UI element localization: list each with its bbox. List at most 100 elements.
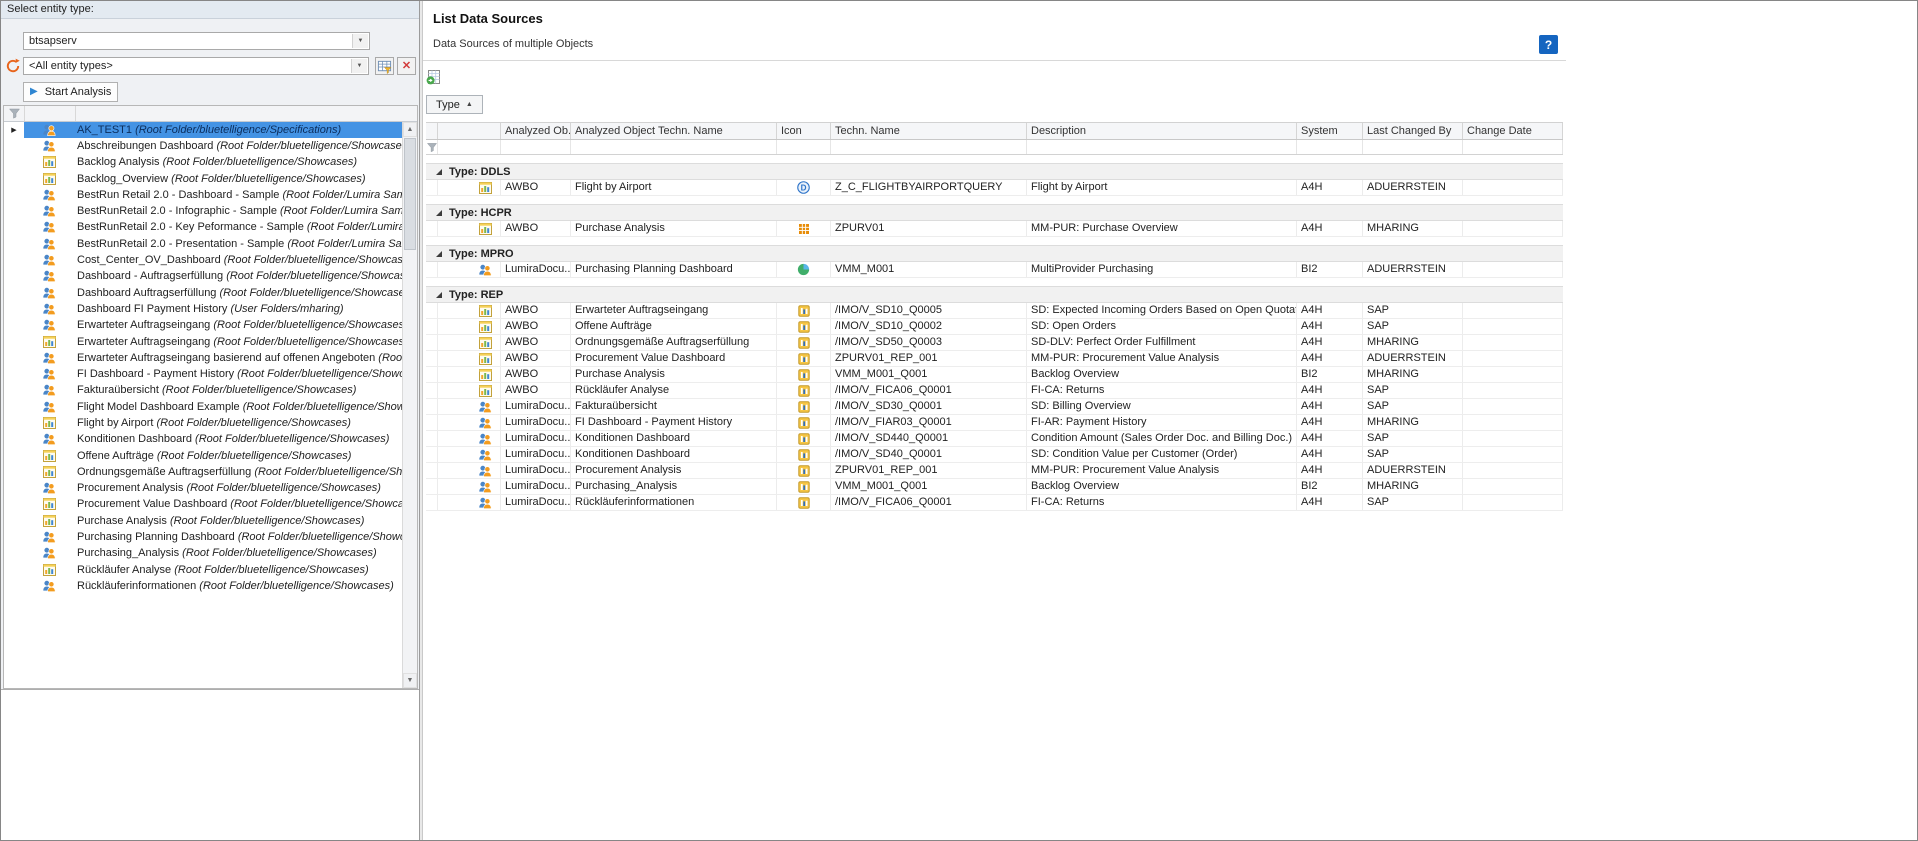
list-item-label: Erwarteter Auftragseingang (Root Folder/… [74,336,402,348]
filter-cell[interactable] [831,140,1027,154]
filter-icon[interactable] [426,140,438,154]
filter-icon[interactable] [4,106,25,121]
column-header[interactable]: Last Changed By [1363,123,1463,139]
filter-cell[interactable] [501,140,571,154]
list-item[interactable]: Purchasing Planning Dashboard (Root Fold… [4,529,402,545]
start-analysis-button[interactable]: ▶ Start Analysis [23,82,118,102]
list-item[interactable]: BestRun Retail 2.0 - Dashboard - Sample … [4,187,402,203]
analyzed-object-cell: AWBO [501,221,571,236]
column-header[interactable]: Icon [777,123,831,139]
list-item[interactable]: Rückläuferinformationen (Root Folder/blu… [4,578,402,594]
people-icon [478,481,492,493]
list-item[interactable]: Dashboard FI Payment History (User Folde… [4,301,402,317]
table-row[interactable]: LumiraDocu...Purchasing Planning Dashboa… [426,262,1563,278]
table-row[interactable]: AWBOPurchase AnalysisZPURV01MM-PUR: Purc… [426,221,1563,237]
group-row[interactable]: Type: HCPR [426,204,1563,221]
table-row[interactable]: AWBOFlight by AirportDZ_C_FLIGHTBYAIRPOR… [426,180,1563,196]
toolbar [426,68,1917,86]
filter-cell[interactable] [1463,140,1563,154]
filter-cell[interactable] [1297,140,1363,154]
chevron-down-icon[interactable]: ▼ [352,34,368,48]
list-item[interactable]: Flight Model Dashboard Example (Root Fol… [4,399,402,415]
filter-cell[interactable] [571,140,777,154]
list-item[interactable]: Procurement Analysis (Root Folder/bluete… [4,481,402,497]
list-item[interactable]: FI Dashboard - Payment History (Root Fol… [4,366,402,382]
table-row[interactable]: LumiraDocu...Procurement AnalysisZPURV01… [426,463,1563,479]
list-item[interactable]: Backlog_Overview (Root Folder/bluetellig… [4,171,402,187]
group-row[interactable]: Type: DDLS [426,163,1563,180]
column-header[interactable]: Description [1027,123,1297,139]
type-icon-cell [438,319,501,334]
list-item[interactable]: BestRunRetail 2.0 - Presentation - Sampl… [4,236,402,252]
system-cell: BI2 [1297,262,1363,277]
column-header[interactable]: Techn. Name [831,123,1027,139]
column-header[interactable]: Analyzed Ob... [501,123,571,139]
entity-type-dropdown[interactable]: <All entity types> ▼ [23,57,369,75]
table-row[interactable]: AWBORückläufer Analyse/IMO/V_FICA06_Q000… [426,383,1563,399]
list-item[interactable]: Offene Aufträge (Root Folder/bluetellige… [4,448,402,464]
list-item[interactable]: BestRunRetail 2.0 - Infographic - Sample… [4,203,402,219]
table-row[interactable]: AWBOPurchase AnalysisVMM_M001_Q001Backlo… [426,367,1563,383]
filter-cell[interactable] [1027,140,1297,154]
group-row[interactable]: Type: REP [426,286,1563,303]
table-row[interactable]: AWBOErwarteter Auftragseingang/IMO/V_SD1… [426,303,1563,319]
table-row[interactable]: AWBOOffene Aufträge/IMO/V_SD10_Q0002SD: … [426,319,1563,335]
people-icon [42,531,56,543]
table-row[interactable]: LumiraDocu...Konditionen Dashboard/IMO/V… [426,431,1563,447]
table-row[interactable]: LumiraDocu...Fakturaübersicht/IMO/V_SD30… [426,399,1563,415]
list-item[interactable]: Fakturaübersicht (Root Folder/bluetellig… [4,383,402,399]
expand-icon[interactable] [435,209,443,217]
icon-cell [777,319,831,334]
chevron-down-icon[interactable]: ▼ [351,59,367,73]
table-row[interactable]: AWBOOrdnungsgemäße Auftragserfüllung/IMO… [426,335,1563,351]
list-item[interactable]: Cost_Center_OV_Dashboard (Root Folder/bl… [4,252,402,268]
analyzed-object-techn-name-cell: Procurement Value Dashboard [571,351,777,366]
filter-settings-button[interactable] [375,57,394,75]
list-item[interactable]: ▶AK_TEST1 (Root Folder/bluetelligence/Sp… [4,122,402,138]
list-item[interactable]: Konditionen Dashboard (Root Folder/bluet… [4,432,402,448]
server-dropdown[interactable]: btsapserv ▼ [23,32,370,50]
list-item[interactable]: Flight by Airport (Root Folder/bluetelli… [4,415,402,431]
list-item[interactable]: Erwarteter Auftragseingang (Root Folder/… [4,334,402,350]
filter-cell[interactable] [1363,140,1463,154]
column-header[interactable]: Change Date [1463,123,1563,139]
table-row[interactable]: AWBOProcurement Value DashboardZPURV01_R… [426,351,1563,367]
scrollbar-thumb[interactable] [404,138,416,250]
filter-cell[interactable] [777,140,831,154]
list-item[interactable]: Abschreibungen Dashboard (Root Folder/bl… [4,138,402,154]
group-by-type-chip[interactable]: Type ▲ [426,95,483,114]
scroll-down-icon[interactable]: ▼ [403,673,417,688]
list-item[interactable]: Erwarteter Auftragseingang basierend auf… [4,350,402,366]
list-item[interactable]: Rückläufer Analyse (Root Folder/bluetell… [4,562,402,578]
help-button[interactable]: ? [1539,35,1558,54]
list-item[interactable]: Procurement Value Dashboard (Root Folder… [4,497,402,513]
list-item[interactable]: Backlog Analysis (Root Folder/bluetellig… [4,155,402,171]
group-row[interactable]: Type: MPRO [426,245,1563,262]
list-item[interactable]: BestRunRetail 2.0 - Key Peformance - Sam… [4,220,402,236]
expand-icon[interactable] [435,168,443,176]
refresh-icon[interactable] [5,58,21,74]
row-indicator-cell [426,180,438,195]
filter-cell[interactable] [438,140,501,154]
table-row[interactable]: LumiraDocu...FI Dashboard - Payment Hist… [426,415,1563,431]
table-row[interactable]: LumiraDocu...Rückläuferinformationen/IMO… [426,495,1563,511]
table-row[interactable]: LumiraDocu...Konditionen Dashboard/IMO/V… [426,447,1563,463]
rep-icon [798,305,810,317]
table-row[interactable]: LumiraDocu...Purchasing_AnalysisVMM_M001… [426,479,1563,495]
export-icon[interactable] [426,69,442,85]
expand-icon[interactable] [435,291,443,299]
column-header[interactable]: System [1297,123,1363,139]
list-item[interactable]: Dashboard - Auftragserfüllung (Root Fold… [4,269,402,285]
clear-button[interactable]: ✕ [397,57,416,75]
list-item[interactable]: Ordnungsgemäße Auftragserfüllung (Root F… [4,464,402,480]
list-item[interactable]: Dashboard Auftragserfüllung (Root Folder… [4,285,402,301]
techn-name-cell: VMM_M001_Q001 [831,479,1027,494]
list-item[interactable]: Purchasing_Analysis (Root Folder/bluetel… [4,546,402,562]
list-item-label: Dashboard - Auftragserfüllung (Root Fold… [74,270,402,282]
scroll-up-icon[interactable]: ▲ [403,122,417,137]
list-item[interactable]: Purchase Analysis (Root Folder/bluetelli… [4,513,402,529]
vertical-scrollbar[interactable]: ▲ ▼ [402,122,417,688]
expand-icon[interactable] [435,250,443,258]
list-item[interactable]: Erwarteter Auftragseingang (Root Folder/… [4,318,402,334]
column-header[interactable]: Analyzed Object Techn. Name [571,123,777,139]
